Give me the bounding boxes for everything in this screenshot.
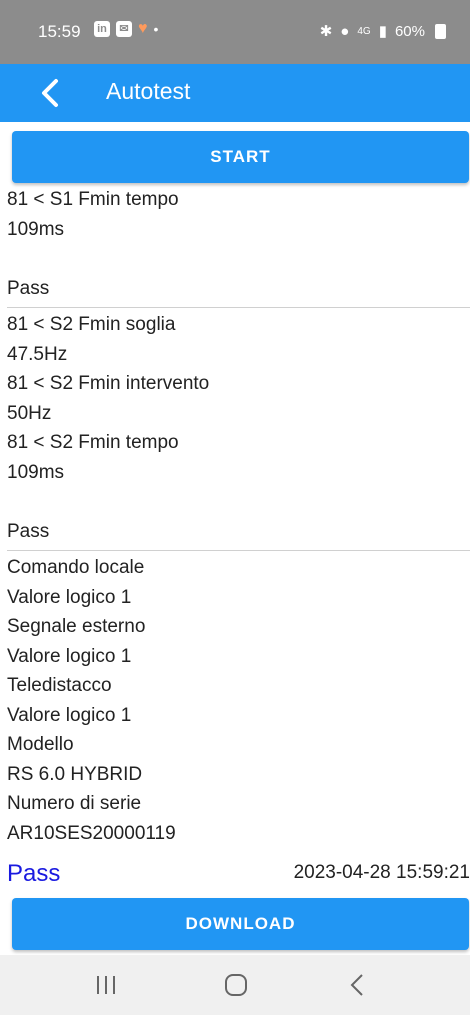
log-line: 109ms [7, 461, 65, 483]
log-line: 81 < S2 Fmin soglia [7, 314, 176, 335]
system-nav-bar [0, 955, 470, 1015]
log-line: Valore logico 1 [7, 645, 132, 667]
home-icon[interactable] [224, 973, 248, 997]
log-line: Modello [7, 734, 74, 755]
log-separator [7, 307, 470, 308]
log-line: Valore logico 1 [7, 586, 132, 608]
status-right: ✱ ● 4G ▮ 60% [320, 22, 446, 40]
log-separator [7, 550, 470, 551]
result-status: Pass [7, 860, 61, 887]
log-line: 81 < S2 Fmin intervento [7, 373, 210, 394]
result-row: Pass 2023-04-28 15:59:21 [7, 858, 470, 892]
status-left-icons: in ✉ ♥ • [94, 20, 158, 38]
status-bar: 15:59 in ✉ ♥ • ✱ ● 4G ▮ 60% [0, 0, 470, 64]
log-line: 81 < S2 Fmin tempo [7, 432, 179, 453]
linkedin-icon: in [94, 21, 110, 37]
location-icon: ● [340, 22, 350, 40]
download-button[interactable]: DOWNLOAD [12, 898, 469, 950]
back-icon[interactable] [350, 973, 364, 997]
test-log: 81 < S1 Fmin tempo 109ms Pass 81 < S2 Fmin … [7, 185, 470, 848]
chevron-left-icon [42, 79, 58, 107]
log-line: 109ms [7, 218, 65, 240]
heart-icon: ♥ [138, 20, 148, 37]
log-line: Pass [7, 277, 50, 299]
log-line: 50Hz [7, 402, 52, 424]
result-timestamp: 2023-04-28 15:59:21 [293, 862, 470, 883]
network-type-label: 4G [357, 25, 371, 37]
log-line: 81 < S1 Fmin tempo [7, 189, 179, 210]
battery-icon [435, 23, 446, 39]
app-bar: Autotest [0, 64, 470, 122]
log-line: RS 6.0 HYBRID [7, 763, 143, 785]
battery-percent: 60% [394, 22, 425, 40]
back-button[interactable] [34, 74, 68, 112]
page-title: Autotest [106, 78, 191, 104]
log-blank-line [7, 487, 470, 517]
log-line: Pass [7, 520, 50, 542]
log-line: Teledistacco [7, 675, 112, 696]
status-time: 15:59 [38, 22, 81, 41]
log-line: AR10SES20000119 [7, 822, 176, 844]
signal-icon: ▮ [378, 23, 387, 40]
log-line: Numero di serie [7, 793, 142, 814]
log-line: Segnale esterno [7, 616, 146, 637]
log-line: 47.5Hz [7, 343, 68, 365]
message-icon: ✉ [116, 21, 132, 37]
log-blank-line [7, 244, 470, 274]
log-line: Comando locale [7, 557, 145, 578]
recent-apps-icon[interactable] [94, 975, 118, 995]
dot-icon: • [153, 21, 159, 37]
bluetooth-icon: ✱ [319, 23, 333, 40]
log-line: Valore logico 1 [7, 704, 132, 726]
start-button[interactable]: START [12, 131, 469, 183]
